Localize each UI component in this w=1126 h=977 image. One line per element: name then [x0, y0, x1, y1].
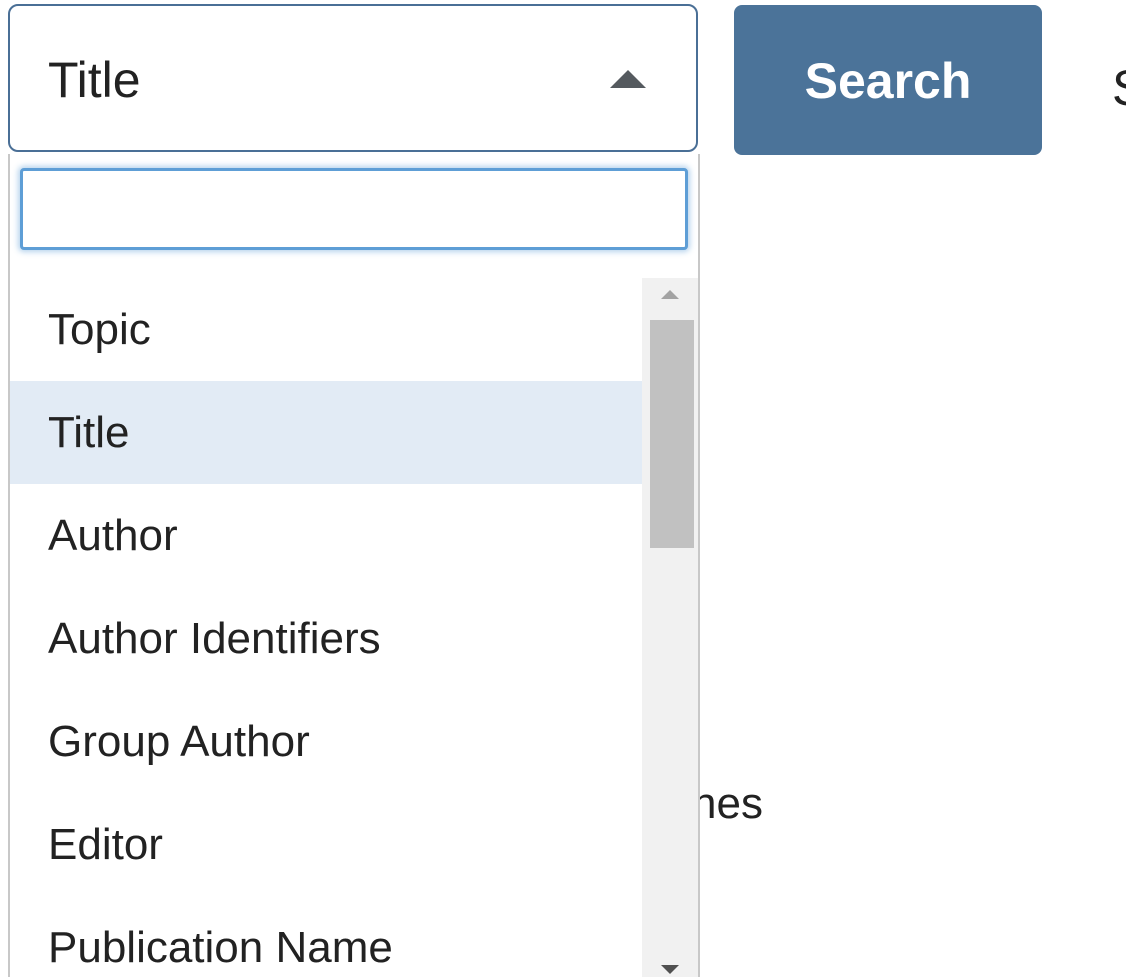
search-form: nes Title Search S Topic Title Author Au… [0, 0, 1126, 977]
dropdown-option-list: Topic Title Author Author Identifiers Gr… [10, 278, 642, 977]
scrollbar-thumb[interactable] [650, 320, 694, 548]
dropdown-option-editor[interactable]: Editor [10, 793, 642, 896]
dropdown-filter-input[interactable] [23, 171, 685, 247]
dropdown-option-publication-name[interactable]: Publication Name [10, 896, 642, 977]
scroll-down-arrow-icon[interactable] [661, 965, 679, 974]
truncated-link-text[interactable]: S [1112, 58, 1126, 118]
search-button[interactable]: Search [734, 5, 1042, 155]
search-field-select[interactable]: Title [8, 4, 698, 152]
dropdown-option-topic[interactable]: Topic [10, 278, 642, 381]
dropdown-option-author[interactable]: Author [10, 484, 642, 587]
dropdown-option-author-identifiers[interactable]: Author Identifiers [10, 587, 642, 690]
background-label-fragment: nes [692, 779, 763, 828]
scroll-up-arrow-icon[interactable] [661, 290, 679, 299]
dropdown-scrollbar[interactable] [642, 278, 698, 977]
dropdown-option-group-author[interactable]: Group Author [10, 690, 642, 793]
caret-up-icon [610, 70, 646, 88]
search-field-dropdown: Topic Title Author Author Identifiers Gr… [8, 154, 700, 977]
dropdown-filter-box [20, 168, 688, 250]
dropdown-option-title[interactable]: Title [10, 381, 642, 484]
selected-field-label: Title [48, 52, 141, 108]
